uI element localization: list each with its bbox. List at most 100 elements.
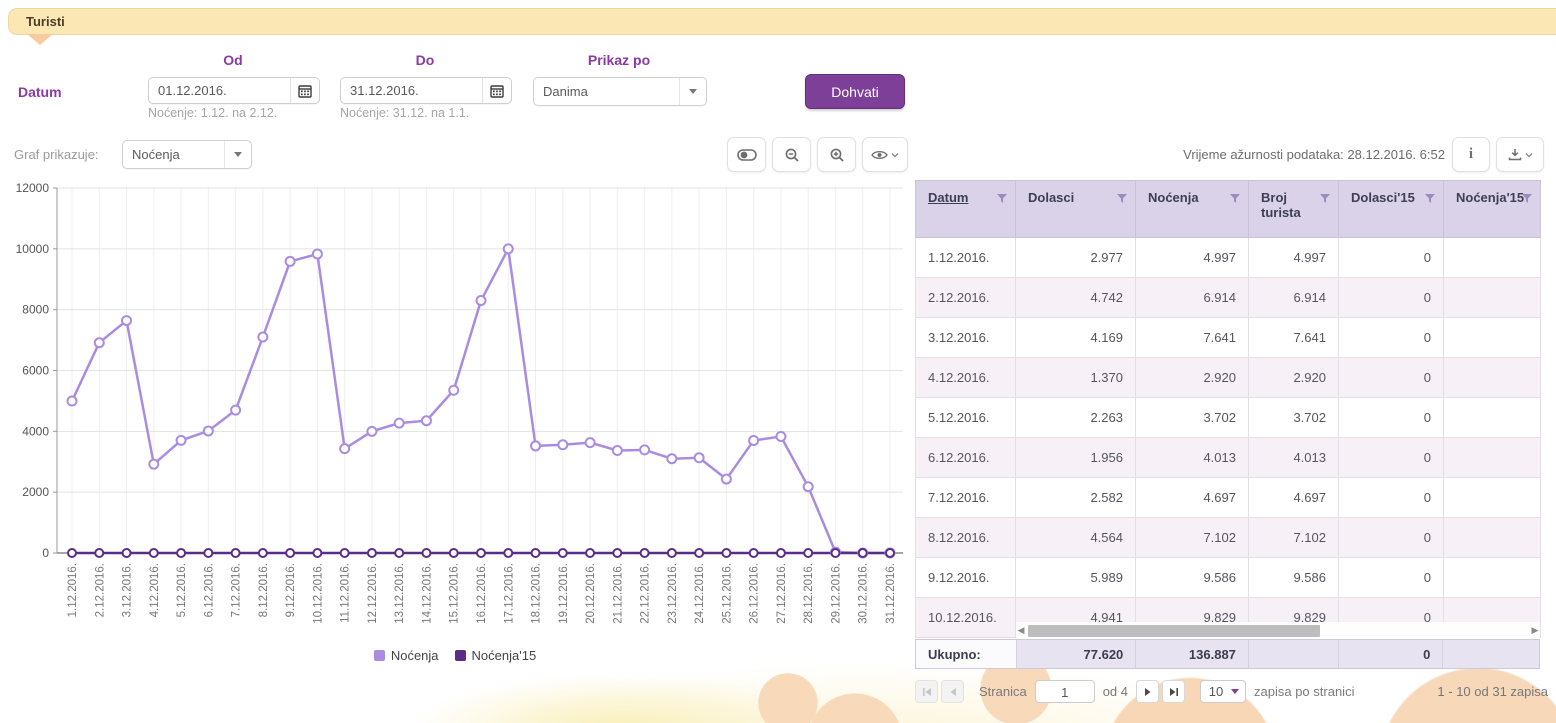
- prikaz-po-value: Danima: [534, 78, 679, 105]
- legend-item[interactable]: Noćenja: [374, 648, 439, 663]
- table-cell: 9.586: [1136, 558, 1249, 598]
- table-row[interactable]: 9.12.2016.5.9899.5869.5860: [916, 558, 1541, 598]
- scroll-left-icon[interactable]: ◀: [1016, 625, 1026, 636]
- chevron-down-icon: [224, 141, 251, 168]
- prev-page-button[interactable]: [941, 680, 964, 703]
- zoom-out-icon: [784, 147, 800, 163]
- chevron-down-icon: [891, 152, 899, 158]
- table-row[interactable]: 6.12.2016.1.9564.0134.0130: [916, 438, 1541, 478]
- table-cell: 0: [1339, 438, 1444, 478]
- table-cell: 2.977: [1016, 238, 1136, 278]
- page-number-input[interactable]: 1: [1035, 680, 1095, 703]
- table-row[interactable]: 1.12.2016.2.9774.9974.9970: [916, 238, 1541, 278]
- svg-text:5.12.2016.: 5.12.2016.: [176, 563, 188, 617]
- legend-item[interactable]: Noćenja'15: [455, 648, 537, 663]
- calendar-icon[interactable]: [482, 78, 511, 103]
- table-cell: 4.013: [1249, 438, 1339, 478]
- table-cell: 0: [1339, 398, 1444, 438]
- svg-text:10.12.2016.: 10.12.2016.: [312, 563, 324, 624]
- info-icon: i: [1469, 146, 1473, 163]
- chevron-down-icon: [1231, 689, 1245, 694]
- svg-text:0: 0: [42, 546, 49, 560]
- filter-icon[interactable]: [997, 194, 1007, 204]
- download-button[interactable]: [1496, 137, 1544, 172]
- table-cell: 2.263: [1016, 398, 1136, 438]
- svg-text:30.12.2016.: 30.12.2016.: [858, 563, 870, 624]
- graf-prikazuje-value: Noćenja: [123, 141, 224, 168]
- table-cell: [1444, 278, 1541, 318]
- table-cell: 4.169: [1016, 318, 1136, 358]
- info-button[interactable]: i: [1452, 137, 1490, 172]
- table-cell: 6.914: [1249, 278, 1339, 318]
- table-row[interactable]: 7.12.2016.2.5824.6974.6970: [916, 478, 1541, 518]
- svg-text:7.12.2016.: 7.12.2016.: [231, 563, 243, 617]
- table-row[interactable]: 2.12.2016.4.7426.9146.9140: [916, 278, 1541, 318]
- svg-text:18.12.2016.: 18.12.2016.: [531, 563, 543, 624]
- svg-text:20.12.2016.: 20.12.2016.: [585, 563, 597, 624]
- svg-text:21.12.2016.: 21.12.2016.: [612, 563, 624, 624]
- table-row[interactable]: 4.12.2016.1.3702.9202.9200: [916, 358, 1541, 398]
- prikaz-po-select[interactable]: Danima: [533, 77, 707, 106]
- date-from-note: Noćenje: 1.12. na 2.12.: [148, 106, 277, 120]
- date-from-input[interactable]: 01.12.2016.: [148, 77, 320, 104]
- column-header-broj-turista[interactable]: Broj turista: [1249, 181, 1339, 238]
- scrollbar-thumb[interactable]: [1028, 625, 1320, 637]
- series-visibility-button[interactable]: [862, 137, 908, 172]
- svg-text:15.12.2016.: 15.12.2016.: [449, 563, 461, 624]
- table-cell: 0: [1339, 318, 1444, 358]
- table-cell: 7.641: [1136, 318, 1249, 358]
- per-page-select[interactable]: 10: [1200, 680, 1246, 703]
- table-cell: 7.641: [1249, 318, 1339, 358]
- zoom-in-button[interactable]: [817, 137, 856, 172]
- zoom-out-button[interactable]: [772, 137, 811, 172]
- table-cell: 4.013: [1136, 438, 1249, 478]
- column-header-no-enja[interactable]: Noćenja: [1136, 181, 1249, 238]
- table-cell: 2.582: [1016, 478, 1136, 518]
- filter-icon[interactable]: [1425, 194, 1435, 204]
- svg-text:10000: 10000: [16, 242, 50, 256]
- svg-text:11.12.2016.: 11.12.2016.: [340, 563, 352, 623]
- table-row[interactable]: 8.12.2016.4.5647.1027.1020: [916, 518, 1541, 558]
- table-cell: 0: [1339, 358, 1444, 398]
- column-header-dolasci[interactable]: Dolasci: [1016, 181, 1136, 238]
- filter-icon[interactable]: [1117, 194, 1127, 204]
- svg-text:9.12.2016.: 9.12.2016.: [285, 563, 297, 617]
- chart-legend: Noćenja Noćenja'15: [0, 648, 910, 663]
- table-row[interactable]: 3.12.2016.4.1697.6417.6410: [916, 318, 1541, 358]
- date-to-input[interactable]: 31.12.2016.: [340, 77, 512, 104]
- table-row[interactable]: 5.12.2016.2.2633.7023.7020: [916, 398, 1541, 438]
- svg-text:13.12.2016.: 13.12.2016.: [394, 563, 406, 624]
- chart-toggle-button[interactable]: [727, 137, 766, 172]
- table-cell: 1.370: [1016, 358, 1136, 398]
- next-page-button[interactable]: [1136, 680, 1159, 703]
- svg-text:26.12.2016.: 26.12.2016.: [749, 563, 761, 624]
- column-header-dolasci-15[interactable]: Dolasci'15: [1339, 181, 1444, 238]
- filter-icon[interactable]: [1320, 194, 1330, 204]
- first-page-button[interactable]: [915, 680, 938, 703]
- filter-icon[interactable]: [1522, 194, 1532, 204]
- filter-icon[interactable]: [1230, 194, 1240, 204]
- table-cell: [1444, 558, 1541, 598]
- svg-text:27.12.2016.: 27.12.2016.: [776, 563, 788, 624]
- column-header-no-enja-15[interactable]: Noćenja'15: [1444, 181, 1541, 238]
- last-page-button[interactable]: [1162, 680, 1185, 703]
- tab-turisti[interactable]: Turisti: [8, 8, 1556, 35]
- table-cell: 6.914: [1136, 278, 1249, 318]
- column-header-datum[interactable]: Datum: [916, 181, 1016, 238]
- table-horizontal-scrollbar[interactable]: ◀ ▶: [1016, 622, 1540, 639]
- table-header-row: DatumDolasciNoćenjaBroj turistaDolasci'1…: [916, 181, 1541, 238]
- svg-text:3.12.2016.: 3.12.2016.: [122, 563, 134, 617]
- scroll-right-icon[interactable]: ▶: [1530, 625, 1540, 636]
- table-cell: 4.697: [1136, 478, 1249, 518]
- table-cell: 0: [1339, 558, 1444, 598]
- svg-text:24.12.2016.: 24.12.2016.: [694, 563, 706, 624]
- graf-prikazuje-select[interactable]: Noćenja: [122, 140, 252, 169]
- calendar-icon[interactable]: [290, 78, 319, 103]
- zoom-in-icon: [829, 147, 845, 163]
- date-to-note: Noćenje: 31.12. na 1.1.: [340, 106, 469, 120]
- table-cell: 4.697: [1249, 478, 1339, 518]
- per-page-value: 10: [1201, 684, 1231, 699]
- dohvati-button[interactable]: Dohvati: [805, 74, 905, 109]
- eye-icon: [871, 149, 888, 161]
- table-cell: 7.12.2016.: [916, 478, 1016, 518]
